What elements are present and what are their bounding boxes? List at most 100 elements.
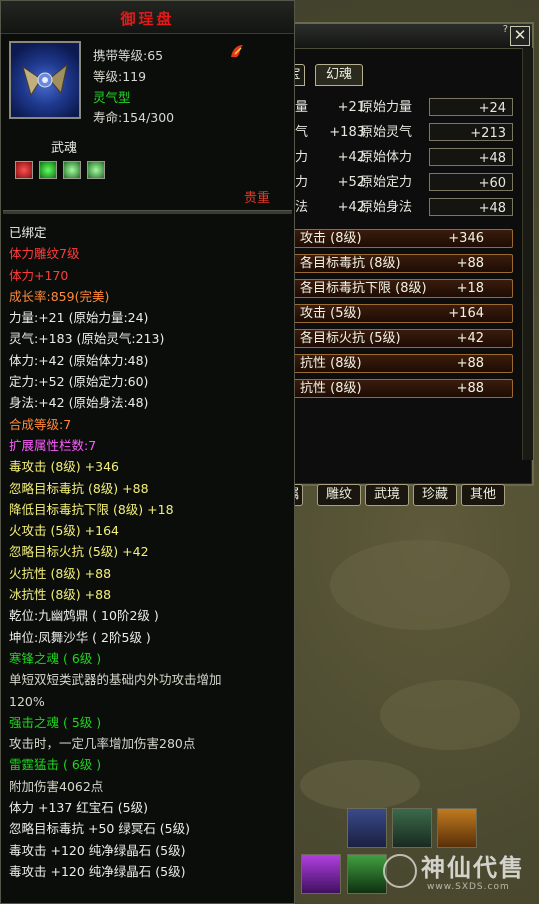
stat-name: 攻击 (8级)	[300, 231, 362, 246]
original-value-box: +48	[429, 198, 513, 216]
item-level: 等级:119	[93, 69, 147, 84]
skill-icon-purple[interactable]	[301, 854, 341, 894]
stat-value: +42	[456, 331, 484, 346]
stat-name: 各目标火抗 (5级)	[300, 331, 401, 346]
soul-label: 武魂	[51, 141, 78, 156]
tooltip-line: 忽略目标毒抗 +50 绿冥石 (5级)	[9, 821, 191, 837]
stat-name: 攻击 (5级)	[300, 306, 362, 321]
original-value-box: +60	[429, 173, 513, 191]
tooltip-line: 寒锋之魂 ( 6级 )	[9, 650, 102, 666]
green-gem-icon[interactable]	[63, 161, 81, 179]
weapon-icon	[22, 63, 68, 97]
attribute-lab: 法	[295, 200, 309, 215]
tooltip-line: 乾位:九幽鸩鼎 ( 10阶2级 )	[9, 608, 159, 624]
tooltip-line: 冰抗性 (8级) +88	[9, 587, 112, 603]
tab-wujing[interactable]: 武境	[365, 484, 409, 506]
tab-zhencang[interactable]: 珍藏	[413, 484, 457, 506]
item-type: 灵气型	[93, 90, 131, 105]
tooltip-line: 雷霆猛击 ( 6级 )	[9, 757, 102, 773]
tab-huanhun[interactable]: 幻魂	[315, 64, 363, 86]
attribute-lab: 量	[295, 100, 309, 115]
attribute-v1: +21	[337, 100, 365, 115]
tooltip-line: 攻击时，一定几率增加伤害280点	[9, 736, 196, 752]
tooltip-line: 身法:+42 (原始身法:48)	[9, 395, 149, 411]
stat-value: +88	[456, 381, 484, 396]
stat-bar: 各目标毒抗下限 (8级) +18	[291, 279, 513, 298]
character-panel: ? ✕ 宝 幻魂 属 雕纹 武境 珍藏 其他 量+21原始力量+24气+183原…	[283, 22, 534, 506]
attribute-lab2: 原始身法	[360, 200, 413, 215]
attribute-lab: 力	[295, 175, 309, 190]
watermark-url: www.SXDS.com	[427, 882, 510, 892]
stat-bar: 攻击 (8级) +346	[291, 229, 513, 248]
stat-value: +88	[456, 356, 484, 371]
stat-value: +346	[448, 231, 484, 246]
green-gem-icon[interactable]	[39, 161, 57, 179]
tooltip-line: 灵气:+183 (原始灵气:213)	[9, 331, 165, 347]
item-lifespan: 寿命:154/300	[93, 110, 175, 125]
stat-value: +88	[456, 256, 484, 271]
rune-icon	[231, 45, 243, 57]
stat-bar: 抗性 (8级) +88	[291, 354, 513, 373]
tooltip-line: 毒攻击 +120 纯净绿晶石 (5级)	[9, 863, 186, 879]
item-tooltip: 御珵盘 携带等级:65 等级:119 灵气型 寿命:154/300 武魂 贵重 …	[0, 0, 295, 904]
tooltip-line: 已绑定	[9, 225, 47, 240]
tooltip-line: 降低目标毒抗下限 (8级) +18	[9, 501, 174, 517]
stat-bar: 抗性 (8级) +88	[291, 379, 513, 398]
tooltip-line: 体力:+42 (原始体力:48)	[9, 352, 149, 368]
tab-diaowen[interactable]: 雕纹	[317, 484, 361, 506]
tooltip-line: 体力+170	[9, 267, 69, 283]
stat-name: 抗性 (8级)	[300, 356, 362, 371]
tab-qita[interactable]: 其他	[461, 484, 505, 506]
skill-icon-green[interactable]	[347, 854, 387, 894]
attribute-v1: +42	[337, 150, 365, 165]
attribute-lab: 气	[295, 125, 309, 140]
help-button[interactable]: ?	[503, 24, 508, 35]
attribute-lab2: 原始灵气	[360, 125, 413, 140]
tooltip-line: 忽略目标毒抗 (8级) +88	[9, 480, 149, 496]
tooltip-line: 单短双短类武器的基础内外功攻击增加	[9, 672, 222, 688]
tooltip-title-bar: 御珵盘	[1, 1, 294, 34]
stat-bar: 各目标火抗 (5级) +42	[291, 329, 513, 348]
original-value-box: +48	[429, 148, 513, 166]
panel-title-bar[interactable]	[287, 24, 532, 49]
attribute-lab: 力	[295, 150, 309, 165]
item-title: 御珵盘	[120, 10, 175, 28]
original-value-box: +24	[429, 98, 513, 116]
attribute-lab2: 原始体力	[360, 150, 413, 165]
tooltip-line: 附加伤害4062点	[9, 778, 104, 794]
green-gem-icon[interactable]	[87, 161, 105, 179]
attribute-lab2: 原始力量	[360, 100, 413, 115]
attribute-lab2: 原始定力	[360, 175, 413, 190]
tooltip-line: 力量:+21 (原始力量:24)	[9, 310, 149, 326]
tooltip-line: 忽略目标火抗 (5级) +42	[9, 544, 149, 560]
stat-value: +164	[448, 306, 484, 321]
tooltip-line: 毒攻击 (8级) +346	[9, 459, 119, 475]
tooltip-line: 火攻击 (5级) +164	[9, 523, 119, 539]
stat-bar: 各目标毒抗 (8级) +88	[291, 254, 513, 273]
tooltip-line: 120%	[9, 693, 45, 709]
attribute-v1: +42	[337, 200, 365, 215]
watermark: 神仙代售 www.SXDS.com	[383, 842, 539, 904]
close-button[interactable]: ✕	[510, 26, 530, 46]
stat-name: 抗性 (8级)	[300, 381, 362, 396]
tooltip-line: 火抗性 (8级) +88	[9, 565, 112, 581]
tooltip-line: 坤位:凤舞沙华 ( 2阶5级 )	[9, 629, 151, 645]
skill-icon-spirit[interactable]	[347, 808, 387, 848]
tooltip-line: 成长率:859(完美)	[9, 288, 110, 304]
attribute-v1: +183	[329, 125, 365, 140]
original-value-box: +213	[429, 123, 513, 141]
red-gem-icon[interactable]	[15, 161, 33, 179]
watermark-text: 神仙代售	[421, 853, 525, 882]
rank-label: 贵重	[243, 191, 270, 206]
tooltip-line: 扩展属性栏数:7	[9, 437, 97, 453]
tooltip-line: 体力 +137 红宝石 (5级)	[9, 800, 148, 816]
panel-scrollbar[interactable]	[522, 48, 533, 460]
tooltip-line: 合成等级:7	[9, 416, 72, 432]
stat-value: +18	[456, 281, 484, 296]
tooltip-attribute-list: 已绑定 体力雕纹7级 体力+170 成长率:859(完美) 力量:+21 (原始力量:2…	[9, 222, 291, 882]
tooltip-line: 毒攻击 +120 纯净绿晶石 (5级)	[9, 842, 186, 858]
watermark-logo-icon	[383, 854, 417, 888]
stat-bar: 攻击 (5级) +164	[291, 304, 513, 323]
stat-name: 各目标毒抗下限 (8级)	[300, 281, 427, 296]
item-icon	[9, 41, 81, 119]
